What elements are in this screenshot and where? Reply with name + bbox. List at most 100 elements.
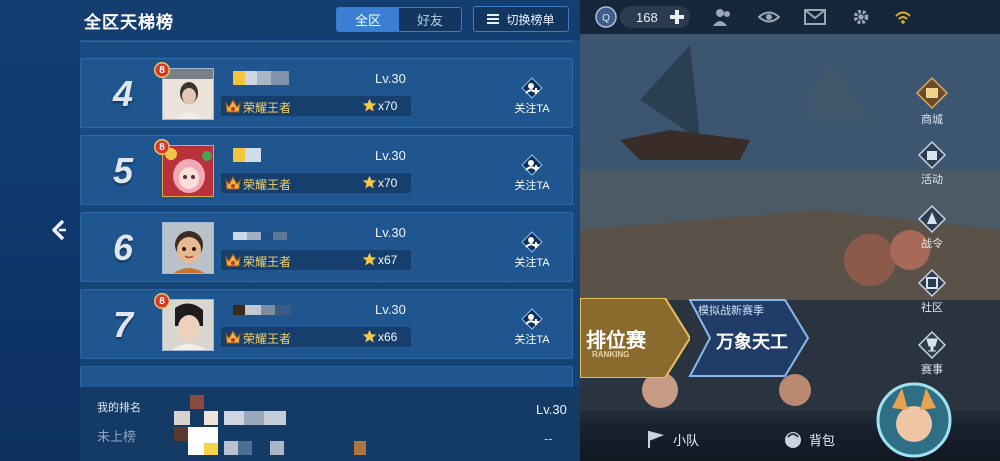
my-rank-value: 未上榜 xyxy=(97,429,137,444)
follow-label: 关注TA xyxy=(514,334,550,346)
eye-icon[interactable] xyxy=(758,7,780,27)
team-label: 小队 xyxy=(673,432,700,448)
follow-plus-icon xyxy=(521,77,543,99)
page-title: 全区天梯榜 xyxy=(84,13,174,32)
tier-name: 荣耀王者 xyxy=(243,255,292,269)
svg-text:Q: Q xyxy=(602,13,610,24)
switch-board-label: 切换榜单 xyxy=(506,12,555,27)
list-icon xyxy=(487,14,500,24)
follow-button[interactable]: 关注TA xyxy=(508,77,556,123)
table-row[interactable]: 6 Lv.30 荣耀王者 x67 关注TA xyxy=(80,212,573,282)
event-mode-button[interactable]: 万象天工 模拟战新赛季 xyxy=(680,298,810,378)
ranked-mode-button[interactable]: 排位赛 RANKING xyxy=(580,298,690,378)
menu-tournament-label: 赛事 xyxy=(921,364,943,376)
follow-button[interactable]: 关注TA xyxy=(508,308,556,354)
avatar-image xyxy=(163,69,213,119)
rank-number: 7 xyxy=(112,304,134,345)
player-level: Lv.30 xyxy=(375,225,406,240)
shop-icon xyxy=(915,76,949,110)
battle-pass-icon xyxy=(917,204,947,234)
menu-battle-pass-label: 战令 xyxy=(921,238,943,250)
back-chevron-icon xyxy=(52,219,66,241)
avatar[interactable] xyxy=(162,299,214,351)
event-tag: 模拟战新赛季 xyxy=(698,305,764,317)
follow-button[interactable]: 关注TA xyxy=(508,154,556,200)
friends-icon[interactable] xyxy=(712,7,734,27)
trophy-icon xyxy=(917,330,947,360)
player-level: Lv.30 xyxy=(375,148,406,163)
community-icon xyxy=(917,268,947,298)
collapse-panel-button[interactable] xyxy=(46,214,72,246)
mail-icon[interactable] xyxy=(804,7,826,27)
follow-button[interactable]: 关注TA xyxy=(508,231,556,277)
rank-number: 5 xyxy=(112,150,134,191)
panel-header: 全区天梯榜 全区 好友 切换榜单 xyxy=(80,0,580,40)
rank-number: 6 xyxy=(112,227,134,268)
menu-shop-label: 商城 xyxy=(921,114,943,126)
wifi-icon xyxy=(895,11,911,24)
menu-tournament[interactable]: 赛事 xyxy=(910,330,954,377)
player-level: Lv.30 xyxy=(375,302,406,317)
bag-button[interactable]: 背包 xyxy=(782,428,835,450)
table-row[interactable]: 5 8 Lv.30 荣耀王者 x70 关注TA xyxy=(80,135,573,205)
crown-icon xyxy=(225,175,241,190)
table-row[interactable]: 7 8 Lv.30 荣耀王者 x66 关注TA xyxy=(80,289,573,359)
scope-toggle: 全区 好友 xyxy=(336,7,462,32)
team-button[interactable]: 小队 xyxy=(646,428,699,450)
my-rank-label: 我的排名 xyxy=(97,402,141,414)
tier-name: 荣耀王者 xyxy=(243,178,292,192)
follow-plus-icon xyxy=(521,308,543,330)
star-count: x67 xyxy=(378,253,398,267)
vip-badge: 8 xyxy=(154,139,170,155)
star-icon xyxy=(362,329,377,343)
my-level: Lv.30 xyxy=(536,402,567,417)
star-count: x66 xyxy=(378,330,398,344)
tier-name: 荣耀王者 xyxy=(243,332,292,346)
star-count: x70 xyxy=(378,176,398,190)
top-bar: Q 168 xyxy=(580,0,1000,34)
vip-badge: 8 xyxy=(154,293,170,309)
plus-icon[interactable] xyxy=(668,8,686,26)
my-player-info-masked xyxy=(174,395,366,455)
player-level: Lv.30 xyxy=(375,71,406,86)
bottom-bar: 小队 背包 xyxy=(580,382,1000,461)
menu-community-label: 社区 xyxy=(921,302,943,314)
menu-events-label: 活动 xyxy=(921,174,943,186)
crown-icon xyxy=(225,98,241,113)
player-name-masked xyxy=(233,305,291,315)
avatar[interactable] xyxy=(162,222,214,274)
event-icon xyxy=(917,140,947,170)
crown-icon xyxy=(225,329,241,344)
menu-community[interactable]: 社区 xyxy=(910,268,954,315)
table-row[interactable]: 4 8 Lv.30 荣耀王者 x70 关注TA xyxy=(80,58,573,128)
avatar-image xyxy=(163,223,213,273)
ranked-label: 排位赛 xyxy=(586,330,646,352)
follow-label: 关注TA xyxy=(514,103,550,115)
tier-name: 荣耀王者 xyxy=(243,101,292,115)
player-name-masked xyxy=(233,232,287,240)
tab-friends[interactable]: 好友 xyxy=(399,8,461,31)
follow-plus-icon xyxy=(521,231,543,253)
switch-board-button[interactable]: 切换榜单 xyxy=(473,6,569,32)
tab-all-regions[interactable]: 全区 xyxy=(337,8,399,31)
menu-battle-pass[interactable]: 战令 xyxy=(910,204,954,251)
menu-events[interactable]: 活动 xyxy=(910,140,954,187)
vip-badge: 8 xyxy=(154,62,170,78)
menu-shop[interactable]: 商城 xyxy=(910,76,954,127)
game-lobby-background: Q 168 商城 活动 战令 社区 赛事 排位赛 RANKING 万象天工 模拟 xyxy=(580,0,1000,461)
avatar[interactable] xyxy=(162,68,214,120)
leaderboard-panel: 全区天梯榜 全区 好友 切换榜单 4 8 Lv.30 荣耀王者 x70 关注TA… xyxy=(80,0,580,461)
ranked-sub-label: RANKING xyxy=(592,350,630,359)
avatar-image xyxy=(163,300,213,350)
follow-plus-icon xyxy=(521,154,543,176)
coin-count: 168 xyxy=(636,10,658,25)
avatar-image xyxy=(163,146,213,196)
gear-icon[interactable] xyxy=(850,7,872,27)
rank-number: 4 xyxy=(112,73,134,114)
player-name-masked xyxy=(233,71,289,85)
star-count: x70 xyxy=(378,99,398,113)
avatar[interactable] xyxy=(162,145,214,197)
hero-portrait-button[interactable] xyxy=(874,380,954,460)
my-rank-bar: 我的排名 未上榜 Lv.30 -- xyxy=(80,387,580,461)
coin-icon: Q xyxy=(595,6,617,28)
